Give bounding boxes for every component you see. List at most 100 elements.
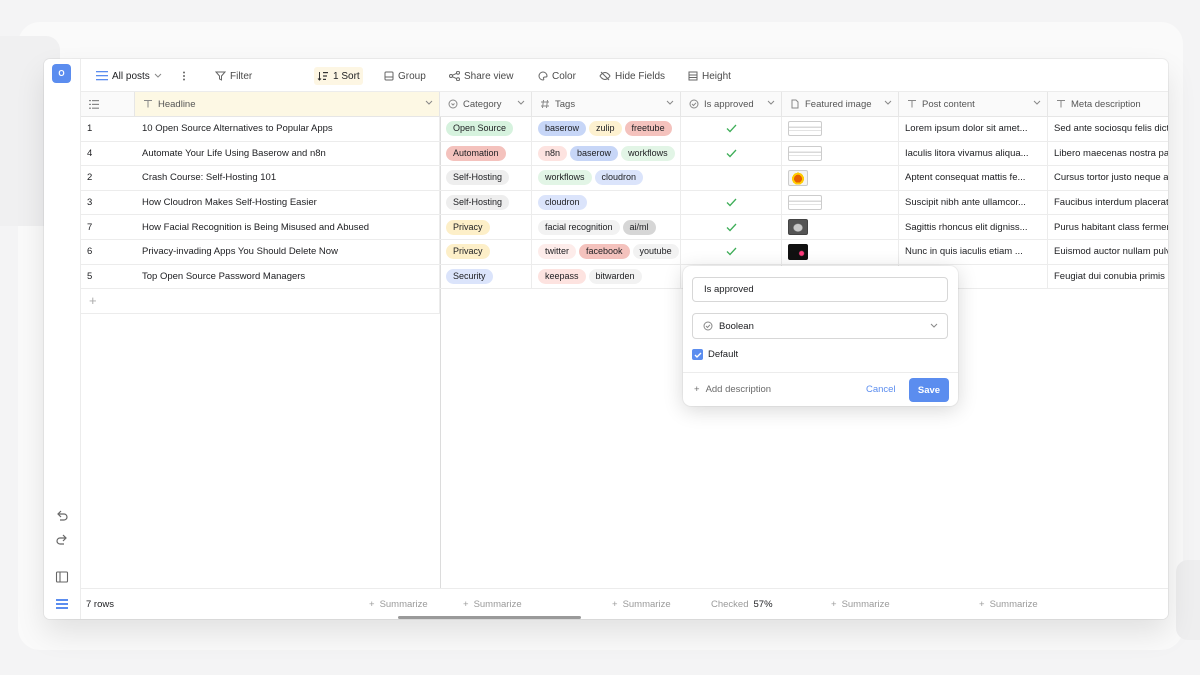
cell-image[interactable] xyxy=(782,117,899,142)
cell-category[interactable]: Self-Hosting xyxy=(440,166,532,191)
cell-headline[interactable]: How Facial Recognition is Being Misused … xyxy=(135,215,440,240)
default-checkbox[interactable] xyxy=(692,349,703,360)
add-row-button[interactable]: + xyxy=(81,289,440,314)
layout-icon[interactable] xyxy=(54,569,70,585)
cell-tags[interactable]: cloudron xyxy=(532,190,681,216)
horizontal-scrollbar[interactable] xyxy=(398,616,581,619)
add-description-button[interactable]: + Add description xyxy=(694,384,771,395)
cell-content[interactable]: Sagittis rhoncus elit digniss... xyxy=(899,215,1048,240)
cell-tags[interactable]: keepass bitwarden xyxy=(532,264,681,290)
summarize-headline[interactable]: + Summarize xyxy=(369,599,428,610)
redo-icon[interactable] xyxy=(54,533,70,549)
image-thumbnail[interactable] xyxy=(788,195,822,211)
sort-button[interactable]: 1 Sort xyxy=(314,67,363,85)
summarize-image[interactable]: + Summarize xyxy=(831,599,890,610)
cell-headline[interactable]: 10 Open Source Alternatives to Popular A… xyxy=(135,117,440,142)
cell-content[interactable]: Suscipit nibh ante ullamcor... xyxy=(899,190,1048,216)
summarize-content[interactable]: + Summarize xyxy=(979,599,1038,610)
image-thumbnail[interactable] xyxy=(788,121,822,137)
save-button[interactable]: Save xyxy=(909,378,949,402)
filter-button[interactable]: Filter xyxy=(212,67,255,85)
view-selector[interactable]: All posts xyxy=(93,67,165,85)
column-header-meta[interactable]: Meta description xyxy=(1048,92,1168,117)
cell-headline[interactable]: Automate Your Life Using Baserow and n8n xyxy=(135,141,440,167)
default-checkbox-row[interactable]: Default xyxy=(692,349,738,360)
cell-content[interactable]: Nunc in quis iaculis etiam ... xyxy=(899,240,1048,265)
image-thumbnail[interactable] xyxy=(788,145,822,161)
cell-image[interactable] xyxy=(782,240,899,265)
cell-meta[interactable]: Faucibus interdum placerat auctor xyxy=(1048,191,1168,216)
cell-approved[interactable] xyxy=(681,166,782,191)
hide-fields-button[interactable]: Hide Fields xyxy=(596,67,668,85)
chevron-down-icon[interactable] xyxy=(884,100,892,106)
grid-view-icon[interactable] xyxy=(54,596,70,612)
sort-label: 1 Sort xyxy=(333,70,360,82)
cell-approved[interactable] xyxy=(681,190,782,216)
image-thumbnail[interactable] xyxy=(788,219,808,236)
cell-headline[interactable]: Privacy-invading Apps You Should Delete … xyxy=(135,240,440,265)
cell-approved[interactable] xyxy=(681,240,782,265)
column-header-content[interactable]: Post content xyxy=(899,92,1048,117)
workspace-logo[interactable]: O xyxy=(52,64,71,83)
cell-tags[interactable]: baserow zulip freetube xyxy=(532,117,681,142)
summary-approved[interactable]: Checked 57% xyxy=(711,599,773,610)
row-height-label: Height xyxy=(702,70,731,82)
cell-category[interactable]: Security xyxy=(440,264,532,290)
image-thumbnail[interactable] xyxy=(788,243,808,260)
cell-category[interactable]: Open Source xyxy=(440,117,532,142)
cell-category[interactable]: Privacy xyxy=(440,240,532,265)
cell-content[interactable]: Aptent consequat mattis fe... xyxy=(899,166,1048,191)
share-view-button[interactable]: Share view xyxy=(446,67,516,85)
cell-headline[interactable]: Top Open Source Password Managers xyxy=(135,264,440,290)
cell-headline[interactable]: Crash Course: Self-Hosting 101 xyxy=(135,166,440,191)
cell-approved[interactable] xyxy=(681,141,782,167)
chevron-down-icon[interactable] xyxy=(767,100,775,106)
field-type-select[interactable]: Boolean xyxy=(692,313,948,339)
cell-category[interactable]: Automation xyxy=(440,141,532,167)
row-id: 2 xyxy=(81,166,135,191)
column-header-headline[interactable]: Headline xyxy=(135,92,440,117)
cell-image[interactable] xyxy=(782,166,899,191)
undo-icon[interactable] xyxy=(54,509,70,525)
cell-image[interactable] xyxy=(782,141,899,167)
cell-category[interactable]: Self-Hosting xyxy=(440,190,532,216)
summarize-label: Summarize xyxy=(622,599,671,610)
summarize-tags[interactable]: + Summarize xyxy=(612,599,671,610)
cell-tags[interactable]: n8n baserow workflows xyxy=(532,141,681,167)
row-height-button[interactable]: Height xyxy=(685,67,734,85)
cell-meta[interactable]: Feugiat dui conubia primis porta te xyxy=(1048,265,1168,290)
chevron-down-icon[interactable] xyxy=(666,100,674,106)
cell-image[interactable] xyxy=(782,215,899,240)
chevron-down-icon[interactable] xyxy=(1033,100,1041,106)
chevron-down-icon[interactable] xyxy=(517,100,525,106)
chevron-down-icon[interactable] xyxy=(425,100,433,106)
cell-category[interactable]: Privacy xyxy=(440,215,532,240)
cell-meta[interactable]: Cursus tortor justo neque aliquam xyxy=(1048,166,1168,191)
cell-approved[interactable] xyxy=(681,117,782,142)
cancel-button[interactable]: Cancel xyxy=(866,384,896,395)
cell-meta[interactable]: Sed ante sociosqu felis dictum eu xyxy=(1048,117,1168,142)
cell-tags[interactable]: workflows cloudron xyxy=(532,166,681,191)
summarize-category[interactable]: + Summarize xyxy=(463,599,522,610)
column-header-tags[interactable]: Tags xyxy=(532,92,681,117)
image-thumbnail[interactable] xyxy=(788,169,808,186)
cell-content[interactable]: Iaculis litora vivamus aliqua... xyxy=(899,141,1048,167)
column-header-approved[interactable]: Is approved xyxy=(681,92,782,117)
view-options-button[interactable] xyxy=(179,67,189,85)
cell-tags[interactable]: facial recognition ai/ml xyxy=(532,215,681,240)
cell-meta[interactable]: Purus habitant class fermentum ha xyxy=(1048,215,1168,240)
cell-image[interactable] xyxy=(782,190,899,216)
column-header-image[interactable]: Featured image xyxy=(782,92,899,117)
field-name-input[interactable]: Is approved xyxy=(692,277,948,302)
cell-meta[interactable]: Libero maecenas nostra parturient xyxy=(1048,142,1168,167)
cell-tags[interactable]: twitter facebook youtube xyxy=(532,240,681,265)
list-icon xyxy=(96,71,108,81)
cell-headline[interactable]: How Cloudron Makes Self-Hosting Easier xyxy=(135,190,440,216)
column-header-category[interactable]: Category xyxy=(440,92,532,117)
group-button[interactable]: Group xyxy=(381,67,429,85)
cell-meta[interactable]: Euismod auctor nullam pulvinar ph xyxy=(1048,240,1168,265)
cell-approved[interactable] xyxy=(681,215,782,240)
summarize-label: Summarize xyxy=(841,599,890,610)
color-button[interactable]: Color xyxy=(535,67,579,85)
cell-content[interactable]: Lorem ipsum dolor sit amet... xyxy=(899,117,1048,142)
